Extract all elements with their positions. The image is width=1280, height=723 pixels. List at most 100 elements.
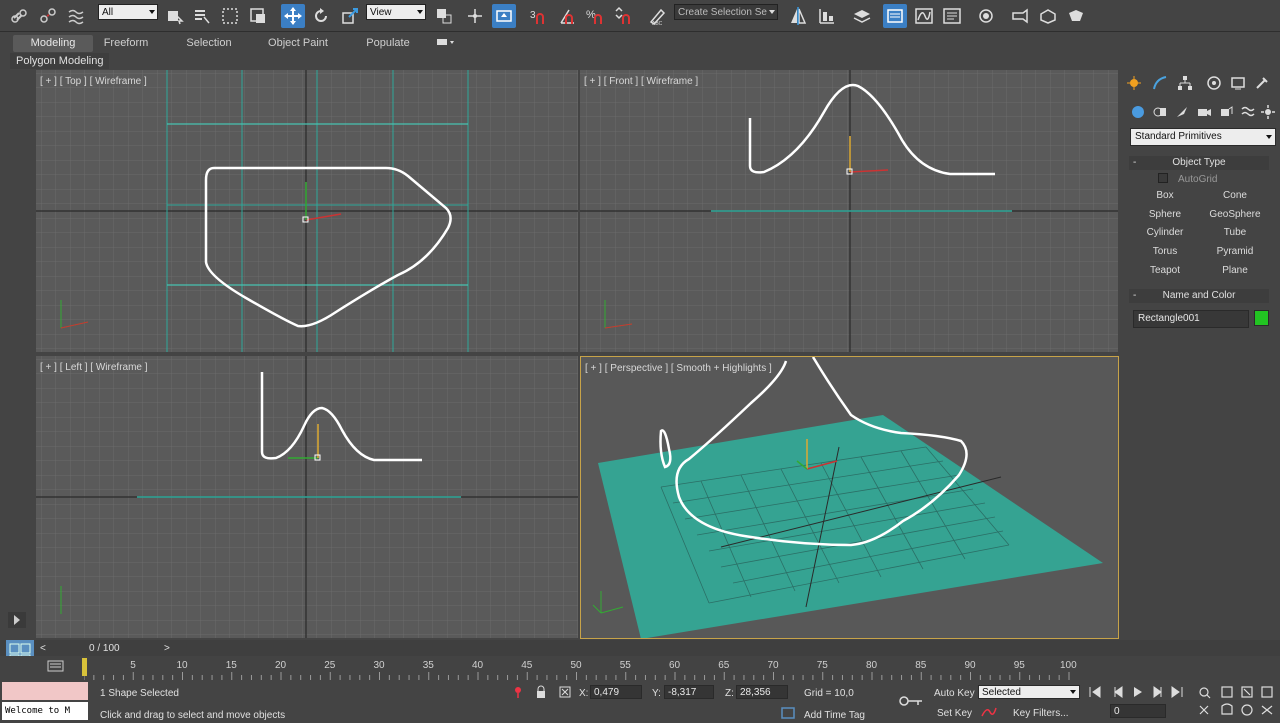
select-object-icon[interactable] (163, 4, 187, 28)
auto-key-button[interactable]: Auto Key (934, 688, 975, 699)
tab-object-paint[interactable]: Object Paint (258, 35, 338, 52)
bind-spacewarp-icon[interactable] (64, 4, 88, 28)
link-icon[interactable] (8, 4, 32, 28)
tab-freeform[interactable]: Freeform (95, 35, 157, 52)
select-by-name-icon[interactable] (190, 4, 214, 28)
z-coord-field[interactable]: 28,356 (736, 685, 788, 699)
x-coord-field[interactable]: 0,479 (590, 685, 642, 699)
modify-tab-icon[interactable] (1150, 73, 1170, 93)
reference-coord-dropdown[interactable]: View (366, 4, 426, 20)
viewport-nav-controls[interactable] (1196, 684, 1280, 720)
shapes-icon[interactable] (1150, 102, 1170, 122)
hierarchy-tab-icon[interactable] (1175, 73, 1195, 93)
systems-icon[interactable] (1258, 102, 1278, 122)
rect-region-icon[interactable] (218, 4, 242, 28)
rendered-frame-icon[interactable] (1036, 4, 1060, 28)
keyboard-shortcut-icon[interactable] (492, 4, 516, 28)
time-slider-marker[interactable] (82, 658, 87, 676)
schematic-icon[interactable] (940, 4, 964, 28)
frame-counter[interactable]: 0 / 100 (89, 643, 120, 654)
viewport-top[interactable]: [ + ] [ Top ] [ Wireframe ] (36, 70, 578, 352)
object-name-field[interactable]: Rectangle001 (1133, 310, 1249, 328)
motion-tab-icon[interactable] (1204, 73, 1224, 93)
set-key-button[interactable]: Set Key (937, 708, 972, 719)
utilities-tab-icon[interactable] (1252, 73, 1272, 93)
sphere-button[interactable]: Sphere (1134, 207, 1196, 223)
selection-filter-dropdown[interactable]: All (98, 4, 158, 20)
snaps-3-icon[interactable]: 3 (526, 4, 550, 28)
pivot-icon[interactable] (432, 4, 456, 28)
ribbon-toggle-icon[interactable] (432, 35, 460, 52)
track-bar[interactable]: 5 10 15 20 25 30 35 40 45 50 55 60 65 70 75 80 85 90 95 100 (0, 656, 1280, 680)
scene-explorer-icon[interactable] (883, 4, 907, 28)
lights-icon[interactable] (1172, 102, 1192, 122)
render-setup-icon[interactable] (1008, 4, 1032, 28)
ribbon-panel-label[interactable]: Polygon Modeling (10, 53, 110, 69)
edit-named-sel-icon[interactable]: ABC (645, 4, 669, 28)
plane-button[interactable]: Plane (1204, 263, 1266, 279)
spinner-snap-icon[interactable] (611, 4, 635, 28)
viewport-front-label[interactable]: [ + ] [ Front ] [ Wireframe ] (584, 76, 698, 87)
mini-curve-editor-icon[interactable] (46, 658, 66, 674)
viewport-perspective[interactable]: [ + ] [ Perspective ] [ Smooth + Highlig… (580, 356, 1119, 639)
move-icon[interactable] (281, 4, 305, 28)
pyramid-button[interactable]: Pyramid (1204, 244, 1266, 260)
layer-explorer-icon[interactable] (850, 4, 874, 28)
angle-snap-icon[interactable] (555, 4, 579, 28)
time-prev-arrow-icon[interactable]: < (40, 643, 46, 654)
viewport-left[interactable]: [ + ] [ Left ] [ Wireframe ] (36, 356, 578, 638)
percent-snap-icon[interactable]: % (583, 4, 607, 28)
tab-selection[interactable]: Selection (178, 35, 240, 52)
key-set-dropdown[interactable]: Selected (978, 685, 1080, 699)
viewport-top-label[interactable]: [ + ] [ Top ] [ Wireframe ] (40, 76, 147, 87)
name-color-rollout[interactable]: - Name and Color (1129, 289, 1269, 303)
tab-modeling[interactable]: Modeling (13, 35, 93, 52)
tab-populate[interactable]: Populate (360, 35, 416, 52)
key-filters-button[interactable]: Key Filters... (1013, 708, 1069, 719)
isolate-selection-icon[interactable] (512, 685, 524, 699)
manipulate-icon[interactable] (463, 4, 487, 28)
torus-button[interactable]: Torus (1134, 244, 1196, 260)
y-coord-field[interactable]: -8,317 (664, 685, 714, 699)
curve-editor-icon[interactable] (912, 4, 936, 28)
cameras-icon[interactable] (1194, 102, 1214, 122)
cone-button[interactable]: Cone (1204, 188, 1266, 204)
box-button[interactable]: Box (1134, 188, 1196, 204)
category-dropdown[interactable]: Standard Primitives (1130, 128, 1276, 146)
spacewarps-icon[interactable] (1238, 102, 1258, 122)
align-icon[interactable] (815, 4, 839, 28)
viewport-perspective-label[interactable]: [ + ] [ Perspective ] [ Smooth + Highlig… (585, 363, 772, 374)
key-mode-icon[interactable] (898, 694, 924, 708)
viewport-left-label[interactable]: [ + ] [ Left ] [ Wireframe ] (40, 362, 148, 373)
named-selection-dropdown[interactable]: Create Selection Se (674, 4, 778, 20)
set-keys-icon[interactable] (980, 704, 998, 720)
time-tag-icon[interactable] (780, 706, 796, 720)
lock-selection-icon[interactable] (535, 685, 547, 699)
display-tab-icon[interactable] (1228, 73, 1248, 93)
geometry-icon[interactable] (1128, 102, 1148, 122)
absolute-mode-icon[interactable] (558, 685, 572, 699)
autogrid-checkbox[interactable] (1158, 173, 1168, 183)
object-color-swatch[interactable] (1254, 310, 1269, 326)
material-editor-icon[interactable] (974, 4, 998, 28)
window-crossing-icon[interactable] (246, 4, 270, 28)
expand-arrow-icon[interactable] (8, 612, 26, 628)
mirror-icon[interactable] (786, 4, 810, 28)
scale-icon[interactable] (338, 4, 362, 28)
time-next-arrow-icon[interactable]: > (164, 643, 170, 654)
unlink-icon[interactable] (36, 4, 60, 28)
maxscript-listener-top[interactable] (2, 682, 88, 700)
geosphere-button[interactable]: GeoSphere (1204, 207, 1266, 223)
add-time-tag[interactable]: Add Time Tag (804, 710, 865, 721)
object-type-rollout[interactable]: - Object Type (1129, 156, 1269, 170)
rotate-icon[interactable] (309, 4, 333, 28)
tube-button[interactable]: Tube (1204, 225, 1266, 241)
teapot-button[interactable]: Teapot (1134, 263, 1196, 279)
maxscript-listener-bottom[interactable]: Welcome to M (2, 702, 88, 720)
cylinder-button[interactable]: Cylinder (1134, 225, 1196, 241)
create-tab-icon[interactable] (1124, 73, 1144, 93)
helpers-icon[interactable] (1216, 102, 1236, 122)
time-slider[interactable]: < 0 / 100 > (0, 640, 1280, 668)
render-icon[interactable] (1064, 4, 1088, 28)
current-frame-field[interactable]: 0 (1110, 704, 1166, 718)
